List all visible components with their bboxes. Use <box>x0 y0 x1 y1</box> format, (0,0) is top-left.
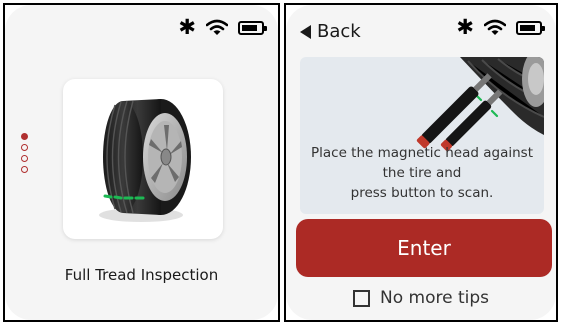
battery-level <box>242 24 257 31</box>
battery-icon <box>238 20 267 35</box>
bluetooth-icon: ✱ <box>456 15 474 39</box>
bluetooth-icon: ✱ <box>178 15 196 39</box>
back-button[interactable]: Back <box>300 21 361 42</box>
no-more-tips-checkbox[interactable] <box>353 289 370 307</box>
battery-icon <box>516 20 545 35</box>
no-more-tips-label: No more tips <box>380 288 489 308</box>
page-dot[interactable] <box>21 144 28 151</box>
tip-line: press button to scan. <box>350 185 494 201</box>
tip-line: the tire and <box>382 165 462 181</box>
mode-select-screen: ✱ Full Tread Inspection <box>3 3 280 322</box>
enter-button[interactable]: Enter <box>296 219 552 277</box>
wifi-icon <box>484 19 506 35</box>
page-indicator[interactable] <box>21 133 28 173</box>
battery-level <box>520 24 535 31</box>
back-arrow-icon <box>300 24 311 39</box>
tip-text: Place the magnetic head against the tire… <box>300 143 544 203</box>
page-dot[interactable] <box>21 133 28 140</box>
tip-panel: Place the magnetic head against the tire… <box>300 57 544 214</box>
no-more-tips-toggle[interactable]: No more tips <box>286 288 556 308</box>
tire-icon <box>99 99 191 222</box>
status-bar: ✱ <box>178 15 267 39</box>
mode-card-full-tread[interactable] <box>63 79 223 239</box>
tip-line: Place the magnetic head against <box>311 145 533 161</box>
mode-select-panel: ✱ Full Tread Inspection <box>5 5 278 320</box>
mode-label: Full Tread Inspection <box>64 266 219 284</box>
wifi-icon <box>206 19 228 35</box>
page-dot[interactable] <box>21 166 28 173</box>
back-label: Back <box>317 21 361 42</box>
scan-tip-screen: Back ✱ Place the magnetic head against t… <box>284 3 558 322</box>
page-dot[interactable] <box>21 155 28 162</box>
scan-tip-panel: Back ✱ Place the magnetic head against t… <box>286 5 556 320</box>
status-bar: ✱ <box>456 15 545 39</box>
